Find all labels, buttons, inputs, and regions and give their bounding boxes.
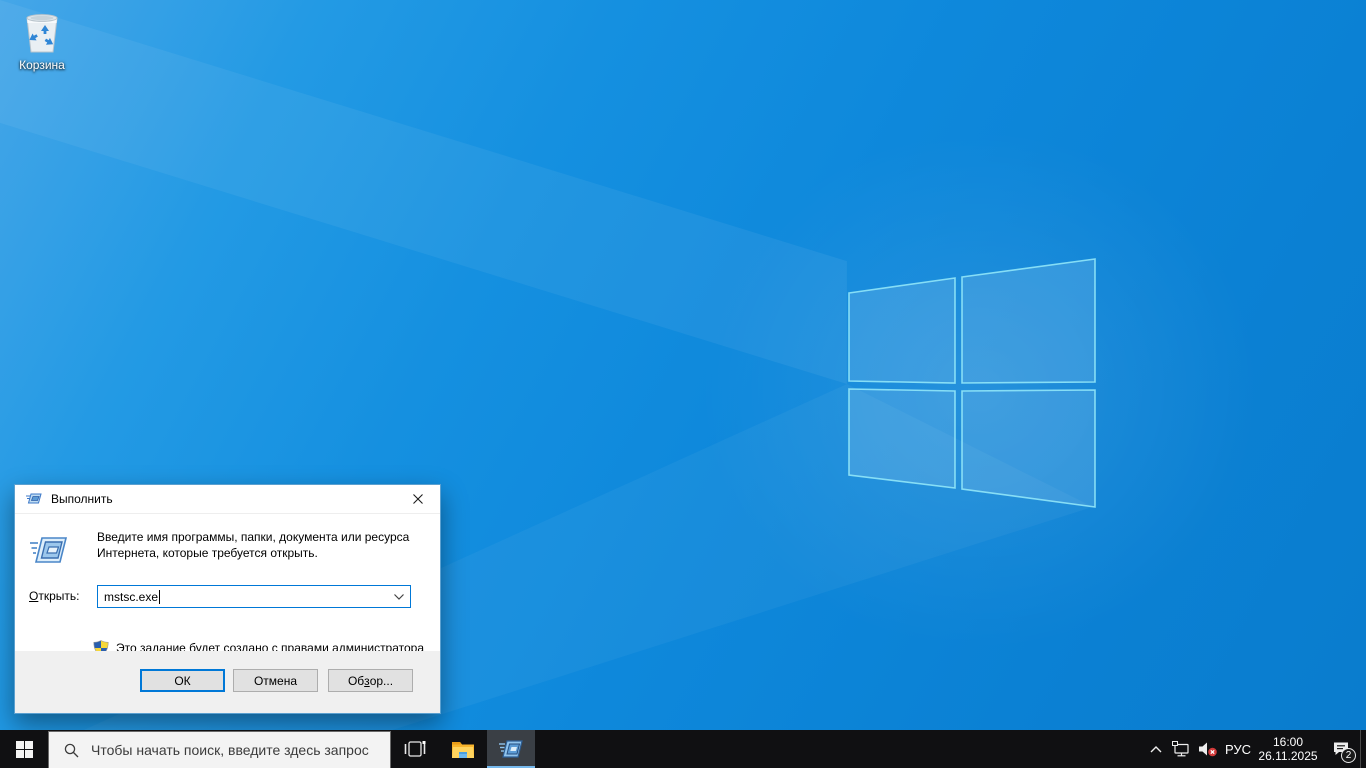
combobox-dropdown-button[interactable]	[390, 586, 408, 607]
search-placeholder: Чтобы начать поиск, введите здесь запрос	[91, 742, 369, 758]
tray-overflow-chevron[interactable]	[1144, 730, 1168, 768]
close-button[interactable]	[395, 485, 440, 513]
clock-time: 16:00	[1273, 735, 1303, 749]
system-tray: РУС 16:00 26.11.2025 2	[1144, 730, 1366, 768]
run-taskbar-button[interactable]	[487, 730, 535, 768]
clock-date: 26.11.2025	[1258, 749, 1317, 763]
run-taskbar-icon	[499, 739, 523, 759]
action-center-button[interactable]: 2	[1322, 730, 1360, 768]
recycle-bin-label: Корзина	[19, 58, 65, 72]
clock[interactable]: 16:00 26.11.2025	[1254, 730, 1322, 768]
close-icon	[413, 494, 423, 504]
show-desktop-button[interactable]	[1360, 730, 1366, 768]
notification-badge: 2	[1341, 748, 1356, 763]
taskbar: Чтобы начать поиск, введите здесь запрос	[0, 730, 1366, 768]
start-button[interactable]	[0, 730, 48, 768]
open-label: Открыть:	[29, 589, 79, 603]
network-ethernet-icon	[1172, 741, 1190, 757]
recycle-bin[interactable]: Корзина	[6, 8, 78, 72]
text-caret	[159, 590, 160, 604]
run-dialog-title: Выполнить	[51, 492, 395, 506]
search-icon	[64, 743, 79, 758]
chevron-down-icon	[394, 594, 404, 600]
volume-status[interactable]	[1194, 730, 1222, 768]
chevron-up-icon	[1150, 746, 1162, 753]
run-command-input[interactable]: mstsc.exe	[97, 585, 411, 608]
run-dialog-titlebar[interactable]: Выполнить	[15, 485, 440, 514]
run-app-icon	[26, 492, 42, 506]
file-explorer-icon	[451, 739, 475, 759]
run-command-value: mstsc.exe	[104, 590, 158, 604]
task-view-button[interactable]	[391, 730, 439, 768]
run-dialog: Выполнить Введите имя программы, папки, …	[14, 484, 441, 714]
desktop: Корзина Выполнить	[0, 0, 1366, 768]
ok-button[interactable]: ОК	[140, 669, 225, 692]
run-dialog-footer: ОК Отмена Обзор...	[15, 651, 440, 713]
run-dialog-icon	[29, 535, 69, 567]
language-indicator[interactable]: РУС	[1222, 730, 1254, 768]
cancel-button[interactable]: Отмена	[233, 669, 318, 692]
run-dialog-description: Введите имя программы, папки, документа …	[97, 529, 419, 561]
windows-logo-wallpaper	[848, 258, 1097, 509]
windows-start-icon	[16, 741, 33, 758]
task-view-icon	[404, 740, 426, 758]
browse-button[interactable]: Обзор...	[328, 669, 413, 692]
volume-muted-icon	[1198, 741, 1218, 757]
run-dialog-body: Введите имя программы, папки, документа …	[15, 514, 440, 652]
recycle-bin-icon	[19, 8, 65, 56]
network-status[interactable]	[1168, 730, 1194, 768]
file-explorer-button[interactable]	[439, 730, 487, 768]
taskbar-search-box[interactable]: Чтобы начать поиск, введите здесь запрос	[48, 731, 391, 768]
